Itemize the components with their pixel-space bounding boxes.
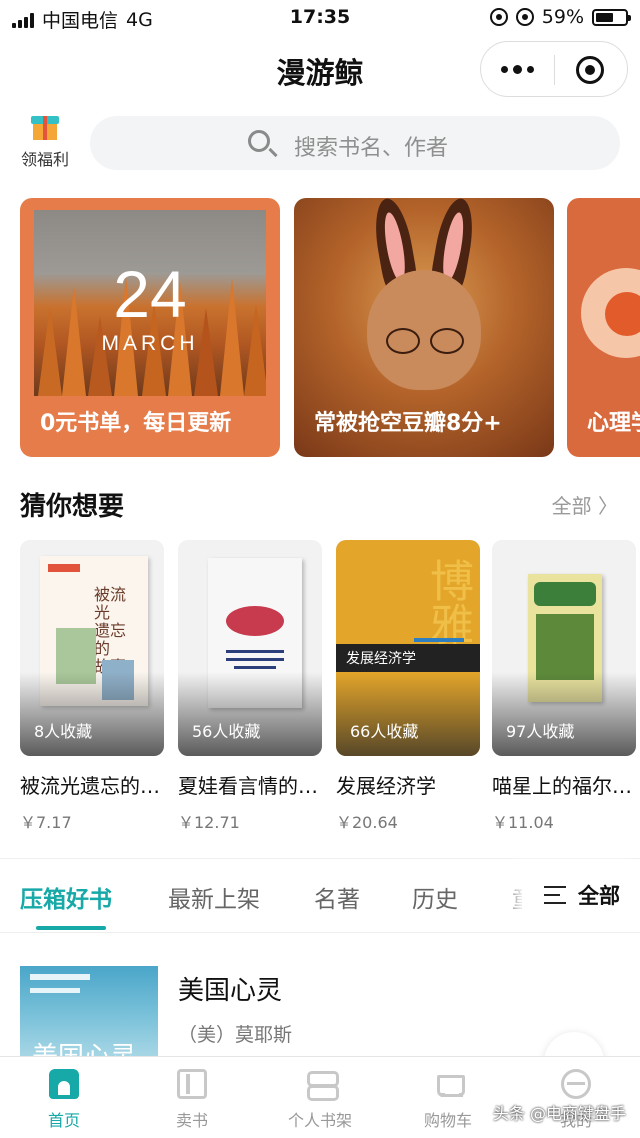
- welfare-button[interactable]: 领福利: [14, 112, 76, 174]
- status-bar: 中国电信 4G 17:35 59%: [0, 0, 640, 36]
- book-price: ￥12.71: [178, 813, 240, 832]
- book-title: 被流光遗忘的…: [20, 774, 160, 798]
- cover-big-text: 博雅: [422, 558, 473, 646]
- book-price: ￥20.64: [336, 813, 398, 832]
- watermark: 头条 @电商键盘手: [492, 1104, 626, 1123]
- book-card[interactable]: 博雅 发展经济学 66人收藏 发展经济学 ￥20.64: [336, 540, 480, 833]
- battery-icon: [592, 8, 631, 26]
- favorites-count: 66人收藏: [350, 722, 419, 741]
- search-placeholder: 搜索书名、作者: [294, 136, 449, 161]
- close-miniprogram-icon[interactable]: [576, 56, 604, 84]
- all-categories-button[interactable]: 全部: [522, 860, 640, 930]
- welfare-label: 领福利: [20, 150, 69, 169]
- banner-caption: 心理学: [587, 411, 640, 436]
- tabbar-label: 个人书架: [287, 1111, 352, 1130]
- tabbar-home[interactable]: 首页: [0, 1057, 128, 1138]
- book-card[interactable]: 56人收藏 夏娃看言情的… ￥12.71: [178, 540, 322, 833]
- orientation-lock-icon: [489, 8, 508, 26]
- nav-bar: 漫游鲸: [0, 36, 640, 100]
- tabbar-cart[interactable]: 购物车: [384, 1057, 512, 1138]
- menu-icon: [544, 886, 566, 910]
- battery-percent: 59%: [541, 6, 584, 28]
- favorites-count: 56人收藏: [192, 722, 261, 741]
- bottom-tab-bar: 首页 卖书 个人书架 购物车 我的: [0, 1056, 640, 1138]
- tabbar-label: 卖书: [175, 1111, 208, 1130]
- list-book-title[interactable]: 美国心灵: [178, 970, 282, 1007]
- book-title: 夏娃看言情的…: [178, 774, 318, 798]
- book-cover[interactable]: 美国心灵: [20, 966, 158, 1058]
- tab-classics[interactable]: 名著: [314, 880, 360, 914]
- section-title: 猜你想要: [20, 492, 125, 522]
- favorites-count: 97人收藏: [506, 722, 575, 741]
- active-tab-indicator: [36, 926, 106, 930]
- sell-book-icon: [177, 1069, 207, 1099]
- category-tabs: 压箱好书 最新上架 名著 历史 童 全部: [0, 860, 640, 932]
- section-divider: [0, 858, 640, 859]
- home-icon: [49, 1069, 79, 1099]
- miniprogram-capsule: [480, 41, 628, 97]
- list-book-author: （美）莫耶斯: [178, 1024, 293, 1046]
- book-cover: 博雅 发展经济学 66人收藏: [336, 540, 480, 756]
- tab-new-arrivals[interactable]: 最新上架: [168, 880, 260, 914]
- bookshelf-icon: [305, 1069, 339, 1101]
- banner-month: MARCH: [101, 332, 199, 355]
- favorites-count: 8人收藏: [34, 722, 93, 741]
- alarm-icon: [515, 8, 534, 26]
- book-price: ￥11.04: [492, 813, 554, 832]
- book-cover: 被流光遗忘的故事 8人收藏: [20, 540, 164, 756]
- gift-icon: [31, 116, 59, 140]
- book-cover: 97人收藏: [492, 540, 636, 756]
- book-card[interactable]: 97人收藏 喵星上的福尔… ￥11.04: [492, 540, 636, 833]
- book-cover: 56人收藏: [178, 540, 322, 756]
- see-all-link[interactable]: 全部 〉: [552, 490, 618, 519]
- tabs-bottom-border: [0, 932, 640, 933]
- banner-douban-picks[interactable]: 常被抢空豆瓣8分+: [294, 198, 554, 457]
- cover-title: 美国心灵: [32, 1042, 137, 1058]
- book-card[interactable]: 被流光遗忘的故事 8人收藏 被流光遗忘的… ￥7.17: [20, 540, 164, 833]
- tabbar-bookshelf[interactable]: 个人书架: [256, 1057, 384, 1138]
- book-title: 发展经济学: [336, 774, 436, 798]
- banner-forest-image: 24 MARCH: [34, 210, 266, 396]
- more-icon[interactable]: [501, 65, 534, 74]
- tabbar-label: 首页: [47, 1111, 80, 1130]
- banner-psychology[interactable]: 心理学: [567, 198, 640, 457]
- profile-icon: [561, 1069, 591, 1099]
- tabbar-sell[interactable]: 卖书: [128, 1057, 256, 1138]
- search-icon: [248, 130, 270, 152]
- banner-day: 24: [113, 257, 187, 331]
- banner-eye-image: [581, 268, 640, 358]
- tab-history[interactable]: 历史: [412, 880, 458, 914]
- banner-free-booklist[interactable]: 24 MARCH 0元书单，每日更新: [20, 198, 280, 457]
- banner-caption: 常被抢空豆瓣8分+: [314, 411, 502, 436]
- tabbar-me[interactable]: 我的: [512, 1057, 640, 1138]
- book-price: ￥7.17: [20, 813, 72, 832]
- cart-icon: [433, 1069, 465, 1099]
- all-categories-label: 全部: [578, 884, 620, 908]
- capsule-divider: [554, 55, 555, 85]
- status-right: 59%: [489, 6, 631, 28]
- search-input[interactable]: 搜索书名、作者: [90, 116, 620, 170]
- book-title: 喵星上的福尔…: [492, 774, 632, 798]
- tab-featured[interactable]: 压箱好书: [20, 880, 112, 914]
- banner-caption: 0元书单，每日更新: [40, 411, 232, 436]
- cover-title: 发展经济学: [346, 651, 416, 667]
